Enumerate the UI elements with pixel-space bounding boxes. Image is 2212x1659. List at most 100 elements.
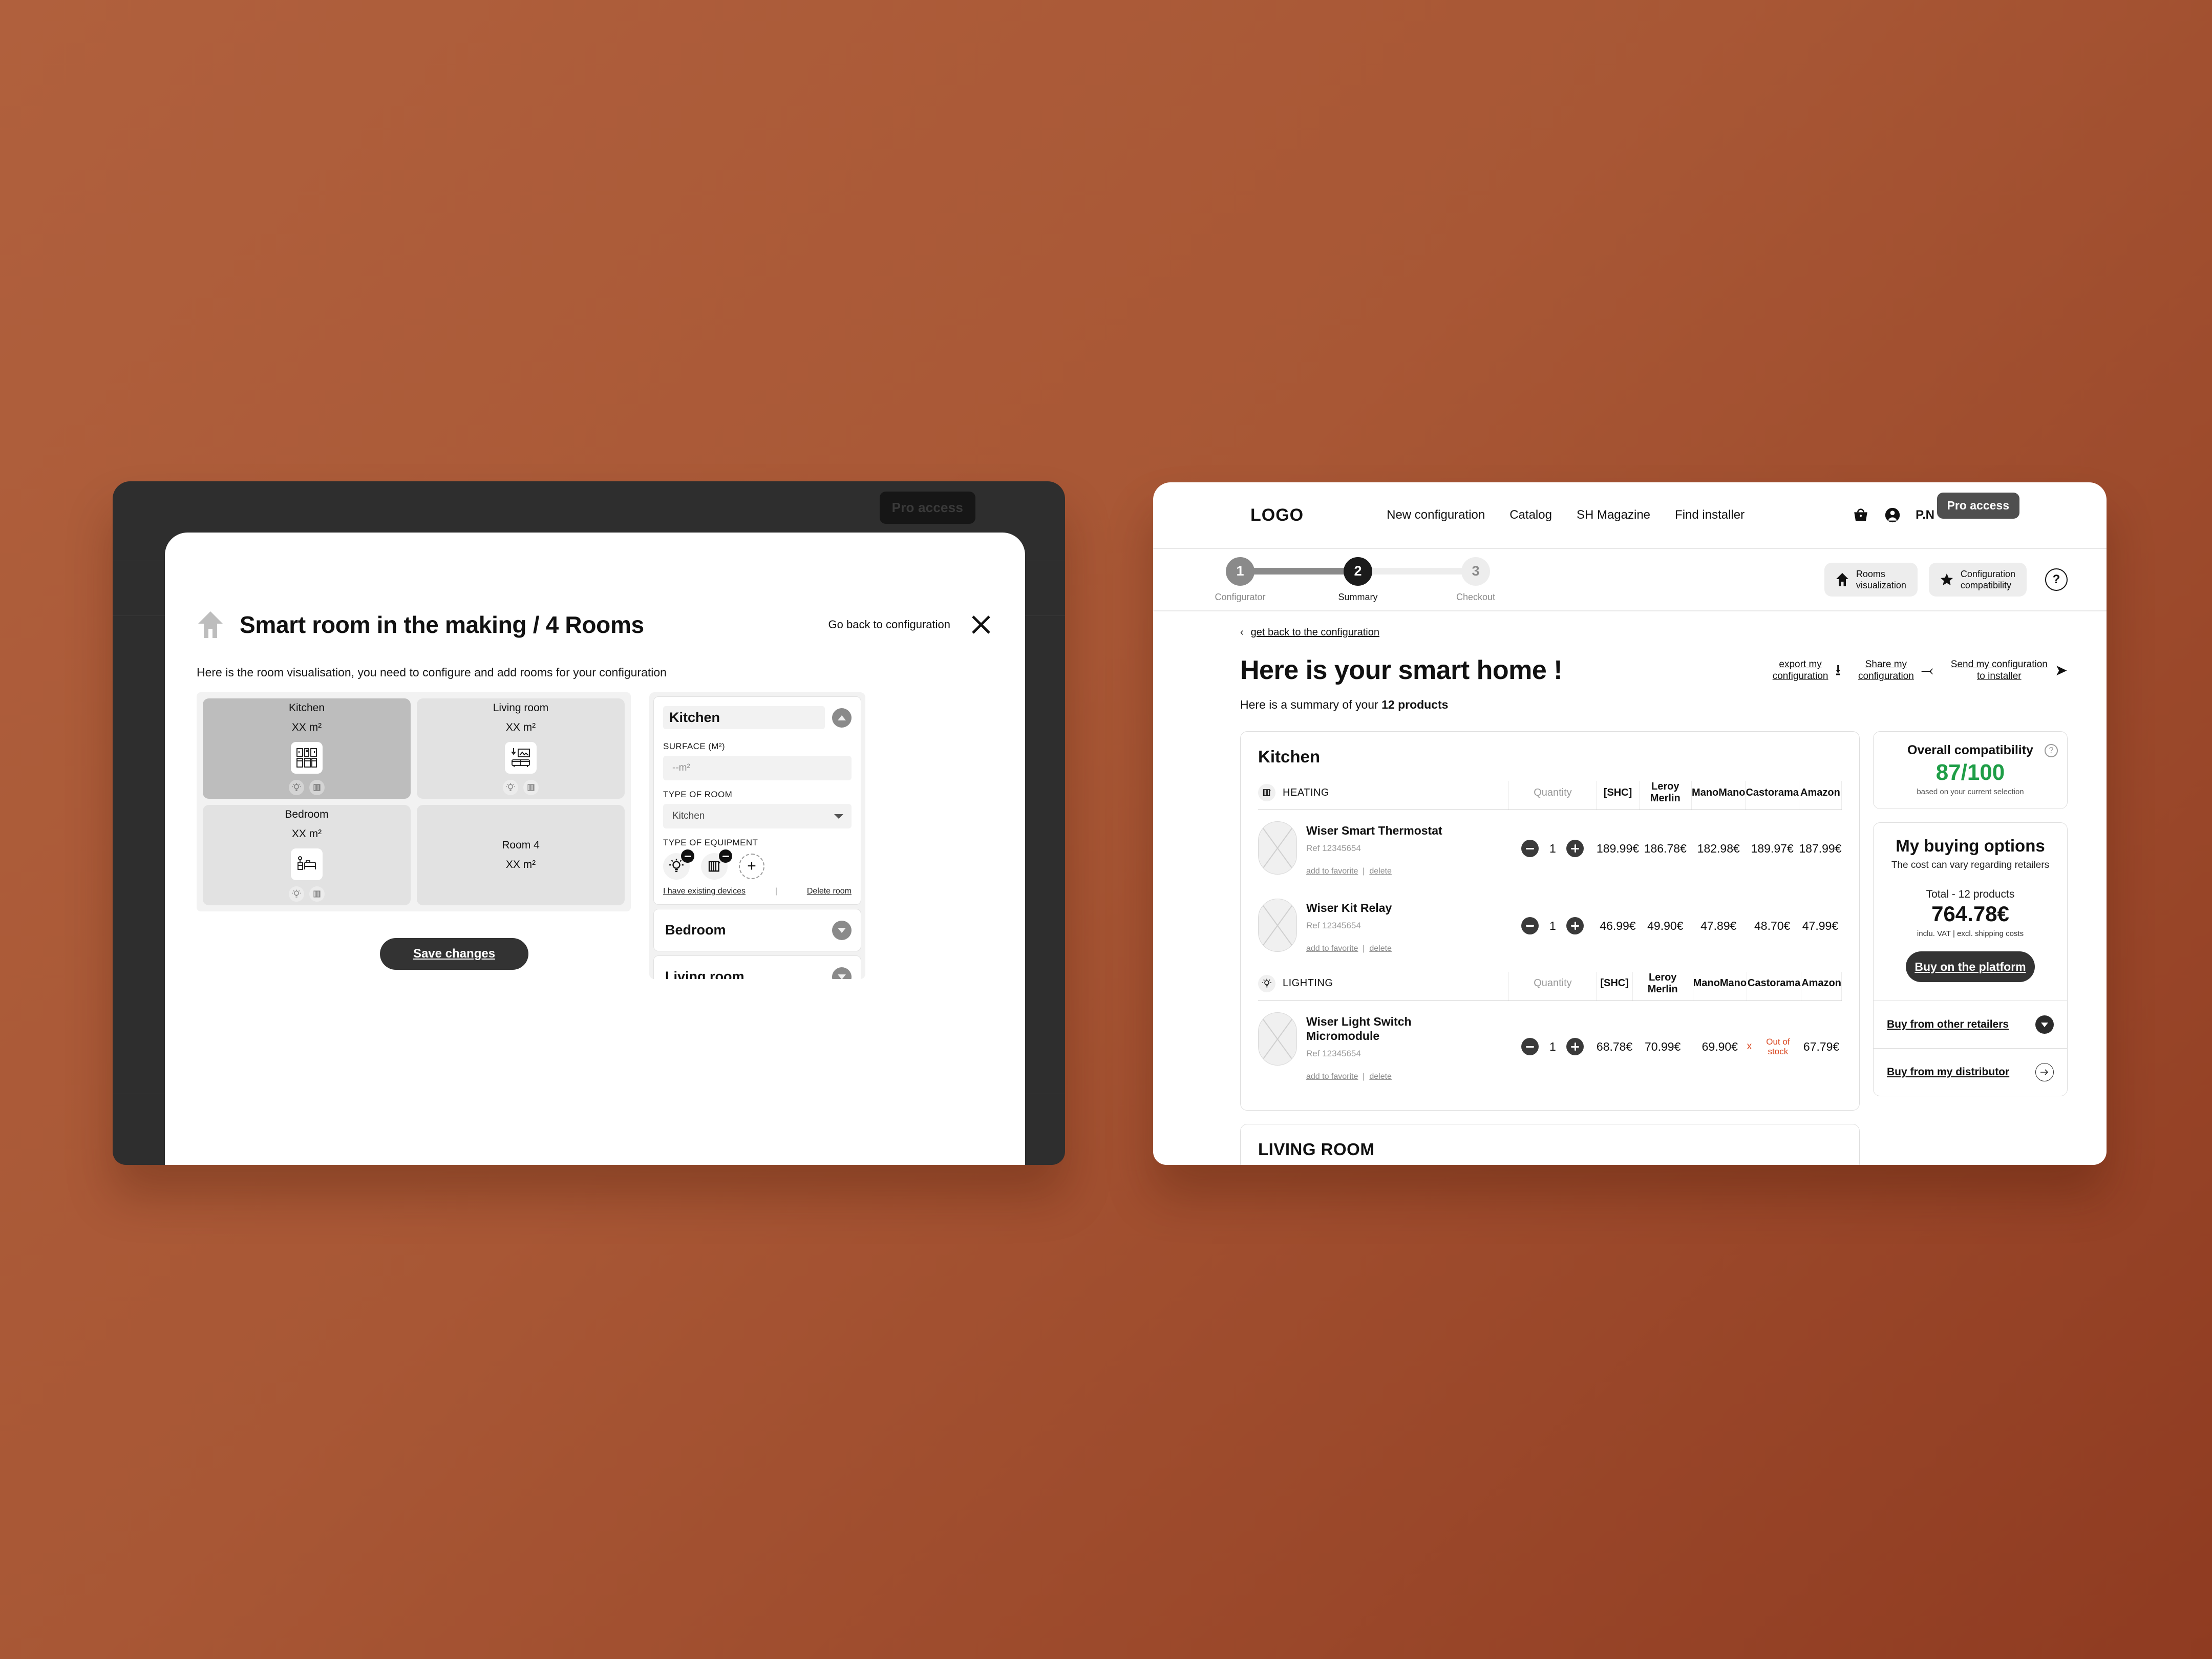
export-configuration-button[interactable]: export my configuration ⭳	[1773, 659, 1841, 683]
basket-icon[interactable]	[1852, 506, 1869, 524]
account-icon[interactable]	[1884, 506, 1901, 524]
accordion-label: Living room	[665, 969, 745, 979]
price-castorama-out-of-stock: x Out of stock	[1747, 1001, 1801, 1093]
step-label: Configurator	[1215, 591, 1266, 602]
chevron-down-icon[interactable]	[832, 920, 852, 940]
chevron-down-icon[interactable]	[832, 967, 852, 979]
buy-from-distributor-row[interactable]: Buy from my distributor	[1874, 1048, 2067, 1096]
pill-line-2: visualization	[1856, 580, 1906, 590]
share-icon: ⤙	[1921, 662, 1933, 679]
retailer-header-castorama: Castorama	[1745, 781, 1799, 810]
quantity-increase-button[interactable]	[1566, 1038, 1584, 1056]
share-configuration-button[interactable]: Share my configuration ⤙	[1858, 659, 1933, 683]
add-to-favorite-link[interactable]: add to favorite	[1306, 867, 1358, 876]
step-number: 2	[1344, 557, 1372, 586]
pro-access-badge[interactable]: Pro access	[1937, 493, 2019, 519]
room-name-input[interactable]: Kitchen	[663, 706, 825, 729]
user-name[interactable]: P.N	[1916, 508, 1934, 522]
delete-product-link[interactable]: delete	[1369, 1072, 1392, 1081]
surface-input[interactable]: --m²	[663, 756, 852, 780]
accordion-item-bedroom[interactable]: Bedroom	[653, 909, 861, 951]
total-value: 764.78€	[1931, 902, 2009, 926]
buy-on-platform-button[interactable]: Buy on the platform	[1906, 951, 2035, 982]
category-header-heating: HEATING Quantity [SHC] Leroy Merlin Mano…	[1258, 781, 1842, 810]
price-leroy-merlin: 186.78€	[1644, 841, 1687, 855]
room-section-living-room: LIVING ROOM LIGHTING Quantity [SHC]	[1240, 1124, 1860, 1165]
step-number: 3	[1461, 557, 1490, 586]
price-castorama: 48.70€	[1754, 919, 1791, 932]
summary-text: Here is a summary of your 12 products	[1240, 698, 2068, 712]
product-image-placeholder	[1258, 821, 1297, 875]
save-changes-button[interactable]: Save changes	[380, 938, 528, 970]
accordion-item-living-room[interactable]: Living room	[653, 955, 861, 979]
action-line-2: to installer	[1977, 670, 2022, 682]
heating-icon	[523, 780, 539, 795]
nav-catalog[interactable]: Catalog	[1509, 508, 1552, 522]
retailer-header-manomano: ManoMano	[1691, 781, 1746, 810]
heating-icon	[1258, 784, 1275, 801]
buy-from-other-retailers-row[interactable]: Buy from other retailers	[1874, 1001, 2067, 1048]
pill-line-1: Configuration	[1960, 568, 2015, 579]
equipment-chips: +	[663, 849, 852, 880]
lighting-icon	[289, 780, 304, 795]
stepper-progress-filled	[1240, 567, 1358, 575]
room-name: Kitchen	[288, 702, 325, 714]
quantity-decrease-button[interactable]	[1521, 917, 1539, 935]
chevron-up-icon[interactable]	[832, 708, 852, 728]
buying-title: My buying options	[1896, 836, 2045, 855]
price-shc: 46.99€	[1600, 919, 1636, 932]
remove-equipment-icon[interactable]	[681, 849, 694, 863]
nav-sh-magazine[interactable]: SH Magazine	[1577, 508, 1650, 522]
delete-product-link[interactable]: delete	[1369, 944, 1392, 953]
get-back-to-configuration-link[interactable]: ‹ get back to the configuration	[1240, 627, 2068, 639]
add-to-favorite-link[interactable]: add to favorite	[1306, 944, 1358, 953]
quantity-decrease-button[interactable]	[1521, 840, 1539, 858]
rooms-visualization-button[interactable]: Rooms visualization	[1824, 563, 1918, 597]
room-card-living-room[interactable]: Living room XX m²	[417, 698, 625, 799]
room-card-bedroom[interactable]: Bedroom XX m²	[203, 805, 411, 905]
surface-label: SURFACE (M²)	[663, 741, 725, 751]
price-amazon: 67.79€	[1803, 1039, 1840, 1053]
equipment-chip-heating[interactable]	[701, 849, 732, 880]
arrow-right-icon[interactable]	[2035, 1063, 2054, 1081]
overall-compatibility-card: ? Overall compatibility 87/100 based on …	[1873, 731, 2068, 809]
pro-access-badge[interactable]: Pro access	[879, 492, 975, 524]
room-card-room-4[interactable]: Room 4 XX m²	[417, 805, 625, 905]
quantity-increase-button[interactable]	[1566, 840, 1584, 858]
room-area: XX m²	[505, 721, 536, 733]
stepper-bar: 1 Configurator 2 Summary 3 Checkout Room…	[1153, 549, 2107, 611]
delete-room-link[interactable]: Delete room	[807, 887, 852, 896]
products-table-lighting: LIGHTING Quantity [SHC] Leroy Merlin Man…	[1258, 971, 1842, 1093]
close-icon[interactable]	[969, 612, 993, 637]
configuration-compatibility-button[interactable]: Configuration compatibility	[1928, 563, 2027, 597]
room-name: Bedroom	[285, 809, 329, 820]
out-of-stock-x-icon: x	[1747, 1041, 1752, 1052]
stepper-progress-empty	[1358, 567, 1476, 575]
quantity-increase-button[interactable]	[1566, 917, 1584, 935]
go-back-to-configuration-link[interactable]: Go back to configuration	[828, 618, 950, 631]
help-icon[interactable]: ?	[2045, 568, 2068, 591]
product-name: Wiser Light Switch Micromodule	[1306, 1014, 1412, 1043]
help-icon[interactable]: ?	[2045, 744, 2058, 757]
summary-count: 12 products	[1381, 698, 1449, 711]
quantity-decrease-button[interactable]	[1521, 1038, 1539, 1056]
logo[interactable]: LOGO	[1250, 505, 1304, 525]
heating-icon	[309, 780, 325, 795]
add-equipment-button[interactable]: +	[739, 854, 764, 879]
right-device-frame: Pro access LOGO New configuration Catalo…	[1153, 482, 2107, 1165]
delete-product-link[interactable]: delete	[1369, 867, 1392, 876]
room-card-kitchen[interactable]: Kitchen XX m²	[203, 698, 411, 799]
type-of-room-select[interactable]: Kitchen	[663, 804, 852, 828]
nav-new-configuration[interactable]: New configuration	[1387, 508, 1485, 522]
accordion-header-kitchen[interactable]: Kitchen	[654, 697, 861, 738]
add-to-favorite-link[interactable]: add to favorite	[1306, 1072, 1358, 1081]
remove-equipment-icon[interactable]	[719, 849, 732, 863]
price-castorama: 189.97€	[1751, 841, 1794, 855]
send-to-installer-button[interactable]: Send my configuration to installer ➤	[1951, 659, 2068, 683]
equipment-chip-lighting[interactable]	[663, 849, 694, 880]
quantity-value: 1	[1549, 1039, 1556, 1053]
nav-find-installer[interactable]: Find installer	[1675, 508, 1745, 522]
chevron-down-icon[interactable]	[2035, 1015, 2054, 1034]
products-table-heating: HEATING Quantity [SHC] Leroy Merlin Mano…	[1258, 781, 1842, 965]
existing-devices-link[interactable]: I have existing devices	[663, 887, 746, 896]
